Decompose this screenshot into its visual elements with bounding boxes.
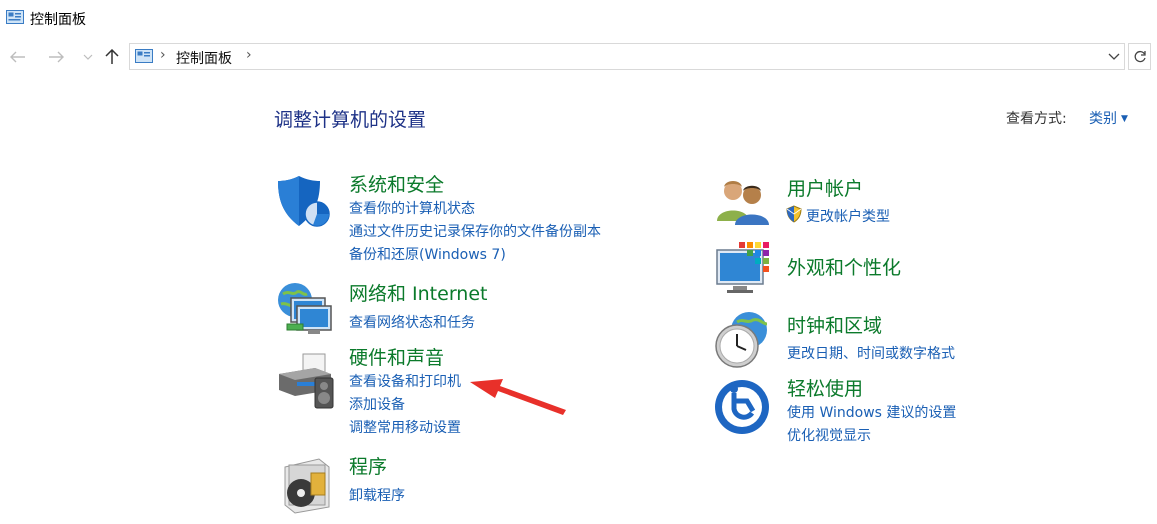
annotation-arrow [470,379,566,415]
